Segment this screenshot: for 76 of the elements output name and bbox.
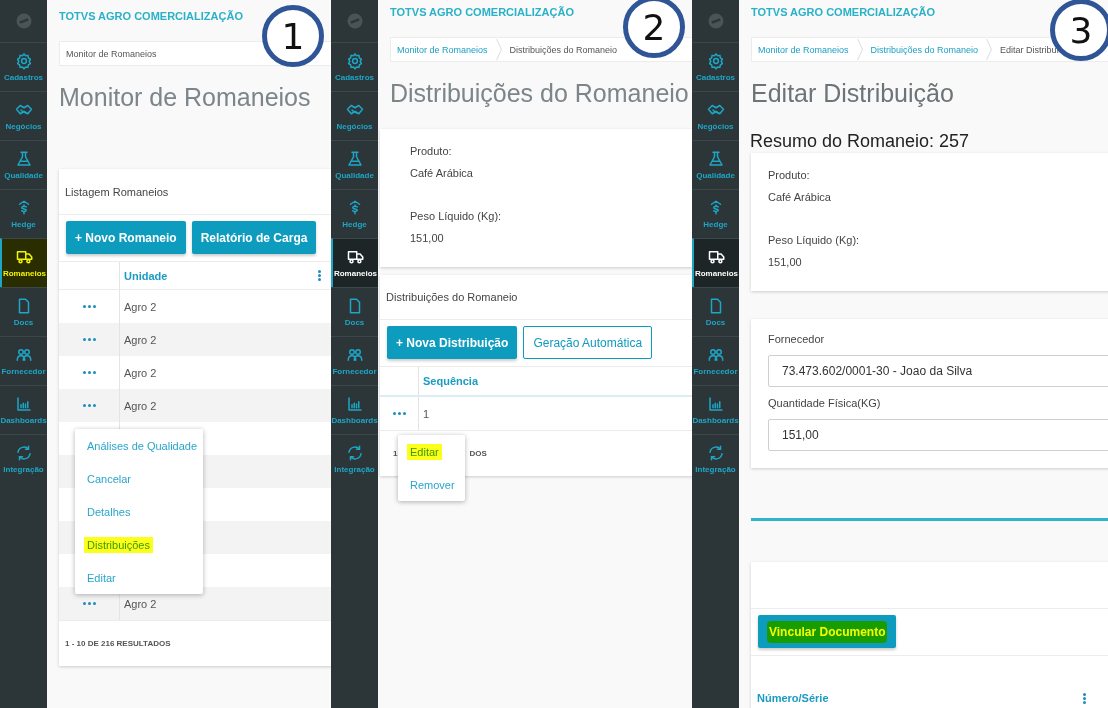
menu-item[interactable]: Detalhes xyxy=(75,495,203,528)
chevron-icon xyxy=(495,39,502,60)
bar-chart-icon xyxy=(345,395,364,413)
breadcrumb-link[interactable]: Monitor de Romaneios xyxy=(758,44,849,55)
people-icon xyxy=(345,346,364,364)
column-header[interactable]: Unidade xyxy=(124,269,168,282)
field-label: Peso Líquido (Kg): xyxy=(410,209,503,224)
column-header[interactable]: Sequência xyxy=(423,375,479,387)
field-label: Produto: xyxy=(768,168,811,183)
table-cell: Agro 2 xyxy=(124,597,157,610)
breadcrumb-link[interactable]: Distribuições do Romaneio xyxy=(509,44,618,55)
people-icon xyxy=(14,346,33,364)
more-icon[interactable] xyxy=(316,268,323,283)
breadcrumb-link[interactable]: Editar Distribui xyxy=(1000,44,1059,55)
table-cell: Agro 2 xyxy=(124,399,157,412)
sidebar-item[interactable]: Romaneios xyxy=(331,238,378,287)
menu-item[interactable]: Editar xyxy=(75,561,203,594)
field-label: Quantidade Física(KG) xyxy=(768,396,882,411)
field-label: Peso Líquido (Kg): xyxy=(768,233,861,248)
bar-chart-icon xyxy=(14,395,33,413)
app-title: TOTVS AGRO COMERCIALIZAÇÃO xyxy=(751,5,936,20)
field-label: Fornecedor xyxy=(768,332,826,347)
app-title: TOTVS AGRO COMERCIALIZAÇÃO xyxy=(59,9,244,24)
action-button[interactable]: Vincular Documento xyxy=(758,615,897,648)
action-button[interactable]: Relatório de Carga xyxy=(191,221,317,254)
truck-icon xyxy=(346,248,365,266)
card-title: Distribuições do Romaneio xyxy=(386,291,518,303)
breadcrumb-link[interactable]: Monitor de Romaneios xyxy=(397,44,488,55)
flask-icon xyxy=(706,150,725,168)
field-value: 151,00 xyxy=(768,255,803,270)
field-value: 151,00 xyxy=(410,231,445,246)
sidebar-item[interactable]: Romaneios xyxy=(692,238,739,287)
sync-icon xyxy=(345,444,364,462)
page-title: Editar Distribuição xyxy=(751,78,955,109)
gear-icon xyxy=(345,52,364,70)
card-title: Listagem Romaneios xyxy=(65,185,169,198)
truck-icon xyxy=(707,248,726,266)
breadcrumb-link[interactable]: Distribuições do Romaneio xyxy=(870,44,979,55)
chevron-icon xyxy=(986,39,993,60)
people-icon xyxy=(706,346,725,364)
action-button[interactable]: + Nova Distribuição xyxy=(387,326,518,359)
table-cell: Agro 2 xyxy=(124,333,157,346)
chevron-icon xyxy=(856,39,863,60)
page-title: Monitor de Romaneios xyxy=(59,82,312,113)
action-button[interactable]: Geração Automática xyxy=(523,326,653,359)
sync-icon xyxy=(706,444,725,462)
pagination-text: 1 xyxy=(393,449,398,458)
table-cell: Agro 2 xyxy=(124,366,157,379)
menu-item[interactable]: Distribuições xyxy=(75,528,203,561)
sidebar-item[interactable]: Romaneios xyxy=(0,238,47,287)
table-cell: 1 xyxy=(423,407,430,420)
action-button[interactable]: + Novo Romaneio xyxy=(66,221,186,254)
table-cell: Agro 2 xyxy=(124,300,157,313)
field-value: Café Arábica xyxy=(768,190,832,205)
input-field[interactable]: 73.473.602/0001-30 - Joao da Silva xyxy=(768,355,1108,387)
field-label: Produto: xyxy=(410,144,453,159)
menu-item[interactable]: Editar xyxy=(398,435,465,468)
bar-chart-icon xyxy=(706,395,725,413)
menu-item[interactable]: Análises de Qualidade xyxy=(75,429,203,462)
truck-icon xyxy=(15,248,34,266)
menu-item[interactable]: Remover xyxy=(398,468,465,501)
input-field[interactable]: 151,00 xyxy=(768,419,1108,451)
page-title: Distribuições do Romaneio xyxy=(390,78,690,109)
sync-icon xyxy=(14,444,33,462)
section-heading: Resumo do Romaneio: 257 xyxy=(750,130,971,152)
flask-icon xyxy=(14,150,33,168)
gear-icon xyxy=(706,52,725,70)
pagination-text: DOS xyxy=(469,449,487,458)
menu-item[interactable]: Cancelar xyxy=(75,462,203,495)
pagination-text: 1 - 10 DE 216 RESULTADOS xyxy=(65,639,171,648)
column-header[interactable]: Número/Série xyxy=(757,692,829,704)
breadcrumb-link[interactable]: Monitor de Romaneios xyxy=(66,48,157,59)
app-title: TOTVS AGRO COMERCIALIZAÇÃO xyxy=(390,5,575,20)
flask-icon xyxy=(345,150,364,168)
field-value: Café Arábica xyxy=(410,166,474,181)
gear-icon xyxy=(14,52,33,70)
